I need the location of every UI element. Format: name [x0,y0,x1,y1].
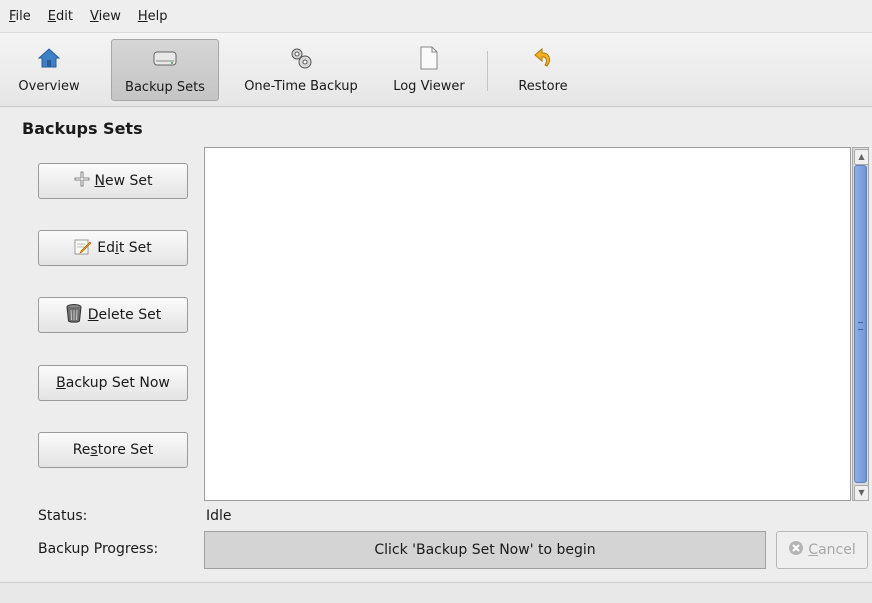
status-bar [0,582,872,603]
status-label: Status: [38,508,88,524]
drive-icon [153,46,177,72]
toolbar-log-viewer-label: Log Viewer [393,79,465,94]
scroll-thumb[interactable] [854,165,867,483]
edit-icon [74,237,92,259]
backup-progress-bar: Click 'Backup Set Now' to begin [204,531,766,569]
page-title: Backups Sets [22,119,143,138]
new-set-label: New Set [95,173,153,189]
new-set-label-mnemonic: N [94,173,105,189]
menu-edit[interactable]: Edit [39,9,81,24]
edit-set-label: Edit Set [97,240,152,256]
menu-file-label: ile [15,8,31,24]
cancel-label: Cancel [808,542,855,558]
menu-help[interactable]: Help [129,9,176,24]
menu-help-label: elp [147,8,168,24]
delete-set-label: Delete Set [88,307,161,323]
cancel-label-post: ancel [818,542,856,558]
cancel-label-mnemonic: C [808,542,819,558]
menu-view-mnemonic: V [89,8,99,24]
cancel-icon [788,540,804,560]
menu-file[interactable]: File [0,9,39,24]
toolbar-one-time-backup-label: One-Time Backup [244,79,358,94]
cancel-button[interactable]: Cancel [776,531,868,569]
backup-set-now-label-post: ackup Set Now [65,375,170,391]
toolbar-backup-sets-label: Backup Sets [125,80,205,95]
home-icon [38,45,60,71]
menu-help-mnemonic: H [137,8,148,24]
restore-arrow-icon [532,45,554,71]
list-scrollbar[interactable]: ▲ ▼ [852,147,869,501]
plus-icon [74,171,90,191]
scroll-down-icon[interactable]: ▼ [854,485,869,501]
trash-icon [65,303,83,327]
menu-bar: File Edit View Help [0,0,872,33]
menu-edit-mnemonic: E [47,8,56,24]
delete-set-label-post: elete Set [98,307,162,323]
restore-set-label-mnemonic: s [90,442,98,458]
edit-set-button[interactable]: Edit Set [38,230,188,266]
toolbar: Overview Backup Sets One-Time Backup Log… [0,33,872,107]
toolbar-log-viewer-button[interactable]: Log Viewer [383,39,475,101]
restore-set-label-pre: Re [72,442,91,458]
scroll-grip-icon [858,322,863,330]
menu-view-label: iew [98,8,121,24]
gears-icon [288,45,314,71]
toolbar-restore-button[interactable]: Restore [505,39,581,101]
toolbar-backup-sets-button[interactable]: Backup Sets [111,39,219,101]
new-set-button[interactable]: New Set [38,163,188,199]
edit-set-label-post: t Set [118,240,152,256]
status-value: Idle [206,508,232,524]
toolbar-overview-label: Overview [18,79,80,94]
document-icon [419,45,439,71]
delete-set-label-mnemonic: D [87,307,99,323]
backup-set-now-button[interactable]: Backup Set Now [38,365,188,401]
toolbar-separator [487,51,488,91]
backup-set-now-label-mnemonic: B [56,375,66,391]
new-set-label-post: ew Set [104,173,153,189]
restore-set-button[interactable]: Restore Set [38,432,188,468]
scroll-up-icon[interactable]: ▲ [854,149,869,165]
restore-set-label-post: tore Set [97,442,154,458]
toolbar-restore-label: Restore [518,79,568,94]
delete-set-button[interactable]: Delete Set [38,297,188,333]
backup-set-now-label: Backup Set Now [56,375,170,391]
toolbar-one-time-backup-button[interactable]: One-Time Backup [228,39,374,101]
backup-progress-label: Backup Progress: [38,541,159,557]
restore-set-label: Restore Set [73,442,154,458]
backup-progress-text: Click 'Backup Set Now' to begin [374,542,596,558]
menu-edit-label: dit [56,8,73,24]
backup-sets-list[interactable] [204,147,851,501]
edit-set-label-pre: Ed [97,240,115,256]
menu-view[interactable]: View [81,9,129,24]
toolbar-overview-button[interactable]: Overview [6,39,92,101]
